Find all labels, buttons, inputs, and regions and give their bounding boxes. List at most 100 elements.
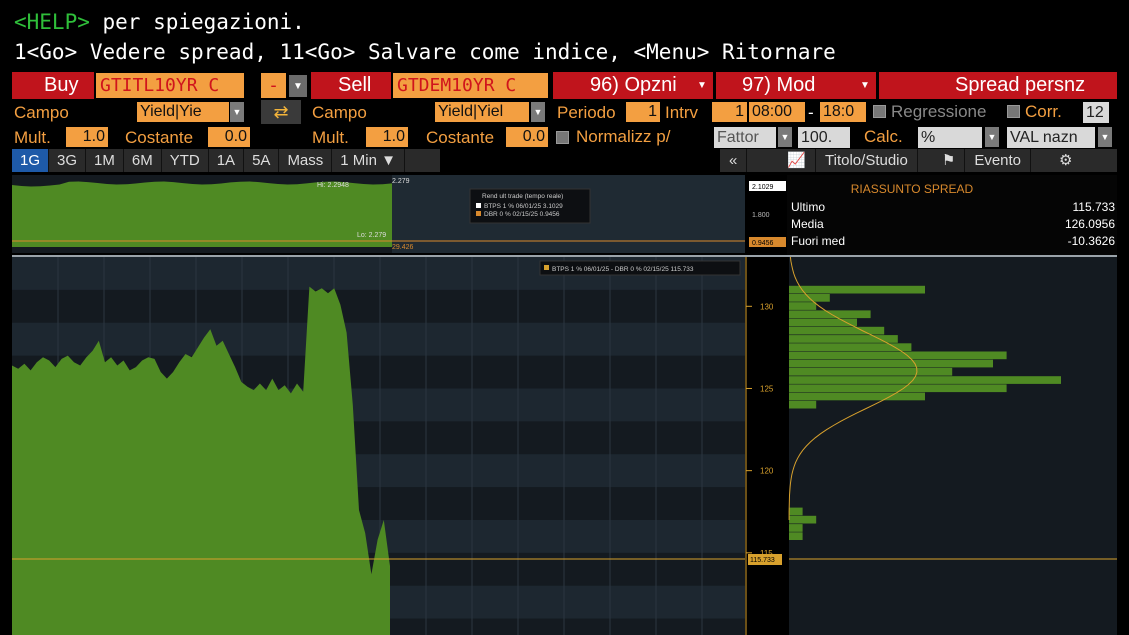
help-key[interactable]: <HELP>: [14, 10, 90, 34]
range-1a[interactable]: 1A: [209, 149, 245, 172]
legend-swatch: [476, 203, 481, 208]
ultimo-label: Ultimo: [791, 200, 826, 214]
time-start-field[interactable]: 08:00: [749, 102, 805, 122]
top-legend-title: Rend ult trade (tempo reale): [482, 193, 563, 200]
media-label: Media: [791, 217, 824, 231]
regressione-label: Regressione: [891, 102, 987, 121]
collapse-button[interactable]: «: [720, 149, 748, 172]
buy-label: Buy: [44, 74, 79, 96]
top-legend-2: DBR 0 % 02/15/25 0.9456: [484, 211, 560, 218]
histogram-bar: [789, 392, 925, 401]
chart-band: [12, 322, 745, 356]
campo-label: Campo: [14, 103, 69, 122]
main-axis-bg: [745, 257, 787, 635]
panel-divider: [12, 255, 1117, 257]
intrv-field[interactable]: 1: [712, 102, 747, 122]
summary-title: RIASSUNTO SPREAD: [850, 182, 974, 196]
buy-ticker-field[interactable]: GTITL10YR C: [96, 73, 244, 98]
legend-swatch: [544, 265, 549, 270]
interval-select[interactable]: 1 Min ▼: [332, 149, 405, 172]
flag-icon[interactable]: ⚑: [918, 149, 966, 172]
mult2-field[interactable]: 1.0: [366, 127, 408, 147]
help-line: <HELP> per spiegazioni.: [14, 10, 305, 34]
chevron-down-icon[interactable]: ▼: [531, 102, 545, 122]
evento-button[interactable]: Evento: [965, 149, 1032, 172]
titolo-studio-button[interactable]: Titolo/Studio: [816, 149, 918, 172]
top-hi-label: Hi: 2.2948: [317, 182, 349, 189]
sell-label: Sell: [338, 74, 372, 96]
top-legend-1: BTPS 1 % 06/01/25 3.1029: [484, 203, 563, 210]
histogram-bar: [789, 376, 1061, 384]
sell-field-select[interactable]: Yield|Yiel: [435, 102, 529, 122]
chevron-down-icon[interactable]: ▼: [289, 75, 307, 97]
histogram-bar: [789, 384, 1007, 393]
histogram-bar: [789, 285, 925, 294]
corr-label: Corr.: [1025, 102, 1062, 121]
histogram-bar: [789, 335, 898, 343]
swap-icon[interactable]: ⇄: [261, 100, 301, 124]
fuori-label: Fuori med: [791, 234, 846, 248]
y-tick-label: 130: [760, 302, 774, 311]
ultimo-value: 115.733: [1072, 200, 1116, 214]
fuori-value: -10.3626: [1067, 234, 1115, 248]
top-axis-bottom: 0.9456: [752, 240, 774, 247]
gear-icon[interactable]: ⚙: [1031, 149, 1081, 172]
histogram-bar: [789, 400, 817, 409]
buy-field-select[interactable]: Yield|Yie: [137, 102, 229, 122]
normalizz-checkbox[interactable]: [556, 131, 569, 144]
chevron-down-icon[interactable]: ▼: [230, 102, 244, 122]
help-text: per spiegazioni.: [89, 10, 305, 34]
chevron-down-icon[interactable]: ▼: [778, 127, 792, 147]
page-title: Spread persnz: [955, 74, 1086, 96]
intrv-label: Intrv: [665, 103, 699, 122]
options-label: 96) Opzni: [590, 74, 677, 96]
histogram-bar: [789, 351, 1007, 360]
histogram-bar: [789, 367, 953, 376]
fattor-field[interactable]: 100.: [798, 127, 850, 148]
legend-swatch: [476, 211, 481, 216]
time-end-field[interactable]: 18:0: [820, 102, 866, 122]
costante2-label: Costante: [426, 128, 495, 147]
range-5a[interactable]: 5A: [244, 149, 280, 172]
mult2-label: Mult.: [312, 128, 349, 147]
range-1g[interactable]: 1G: [12, 149, 50, 172]
range-3g[interactable]: 3G: [49, 149, 87, 172]
histogram-bar: [789, 515, 817, 524]
calc-select[interactable]: %: [918, 127, 982, 148]
mult-field[interactable]: 1.0: [66, 127, 108, 147]
main-legend: BTPS 1 % 06/01/25 - DBR 0 % 02/15/25 115…: [552, 266, 694, 273]
range-1m[interactable]: 1M: [86, 149, 124, 172]
costante2-field[interactable]: 0.0: [506, 127, 548, 147]
regressione-checkbox[interactable]: [873, 105, 886, 118]
costante-label: Costante: [125, 128, 194, 147]
top-lo-label: Lo: 2.279: [357, 232, 386, 239]
mult-label: Mult.: [14, 128, 51, 147]
chevron-down-icon: ▼: [697, 80, 707, 91]
buy-sign-field[interactable]: -: [261, 73, 286, 98]
corr-field[interactable]: 12: [1083, 102, 1109, 123]
histogram-bar: [789, 359, 993, 368]
top-area-series: [12, 181, 392, 247]
costante-field[interactable]: 0.0: [208, 127, 250, 147]
histogram-bar: [789, 310, 871, 319]
y-tick-label: 125: [760, 384, 774, 393]
chart-study-icon[interactable]: 📈: [747, 149, 817, 172]
calc-label: Calc.: [864, 127, 903, 146]
command-line: 1<Go> Vedere spread, 11<Go> Salvare come…: [14, 40, 836, 64]
top-tick-bottom: 29.426: [392, 244, 414, 251]
range-6m[interactable]: 6M: [124, 149, 162, 172]
media-value: 126.0956: [1064, 217, 1115, 231]
histogram-bar: [789, 302, 817, 310]
periodo-field[interactable]: 1: [626, 102, 660, 122]
mod-label: 97) Mod: [742, 74, 816, 96]
chevron-down-icon[interactable]: ▼: [985, 127, 999, 147]
sell-ticker-field[interactable]: GTDEM10YR C: [393, 73, 548, 98]
valuta-select[interactable]: VAL nazn: [1007, 127, 1095, 148]
range-ytd[interactable]: YTD: [162, 149, 209, 172]
chevron-down-icon[interactable]: ▼: [1098, 127, 1112, 147]
corr-checkbox[interactable]: [1007, 105, 1020, 118]
range-mass[interactable]: Mass: [279, 149, 333, 172]
y-tick-label: 120: [760, 467, 774, 476]
fattor-select[interactable]: Fattor: [714, 127, 776, 148]
periodo-label: Periodo: [557, 103, 616, 122]
